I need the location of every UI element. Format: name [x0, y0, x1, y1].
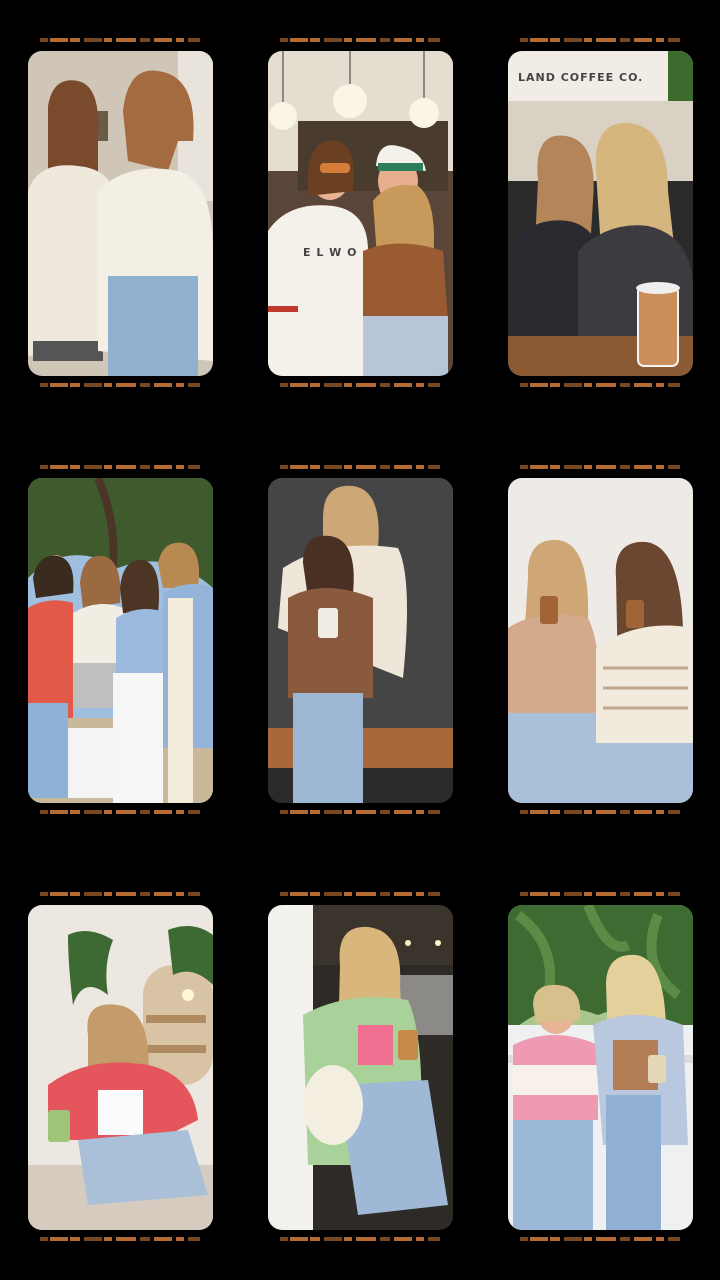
photo-3[interactable]: LAND COFFEE CO. [508, 51, 693, 376]
photo-9[interactable] [508, 905, 693, 1230]
film-strip-bottom [280, 1236, 440, 1242]
photo-5[interactable] [268, 478, 453, 803]
photo-2[interactable]: E L W O [268, 51, 453, 376]
photo-8[interactable] [268, 905, 453, 1230]
film-strip-top [520, 37, 680, 43]
film-strip-bottom [40, 1236, 200, 1242]
film-strip-top [280, 37, 440, 43]
film-strip-bottom [280, 382, 440, 388]
photo-1[interactable] [28, 51, 213, 376]
coffee-sign-text: LAND COFFEE CO. [518, 71, 643, 84]
photo-4[interactable] [28, 478, 213, 803]
film-strip-bottom [520, 1236, 680, 1242]
film-strip-bottom [520, 382, 680, 388]
film-strip-top [520, 891, 680, 897]
film-strip-bottom [40, 382, 200, 388]
film-strip-bottom [40, 809, 200, 815]
film-strip-top [40, 891, 200, 897]
film-strip-bottom [520, 809, 680, 815]
film-strip-top [520, 464, 680, 470]
film-strip-top [40, 464, 200, 470]
photo-7[interactable] [28, 905, 213, 1230]
svg-text:E L W O: E L W O [303, 246, 358, 259]
film-strip-top [280, 464, 440, 470]
film-strip-top [40, 37, 200, 43]
film-strip-top [280, 891, 440, 897]
photo-6[interactable] [508, 478, 693, 803]
film-strip-bottom [280, 809, 440, 815]
